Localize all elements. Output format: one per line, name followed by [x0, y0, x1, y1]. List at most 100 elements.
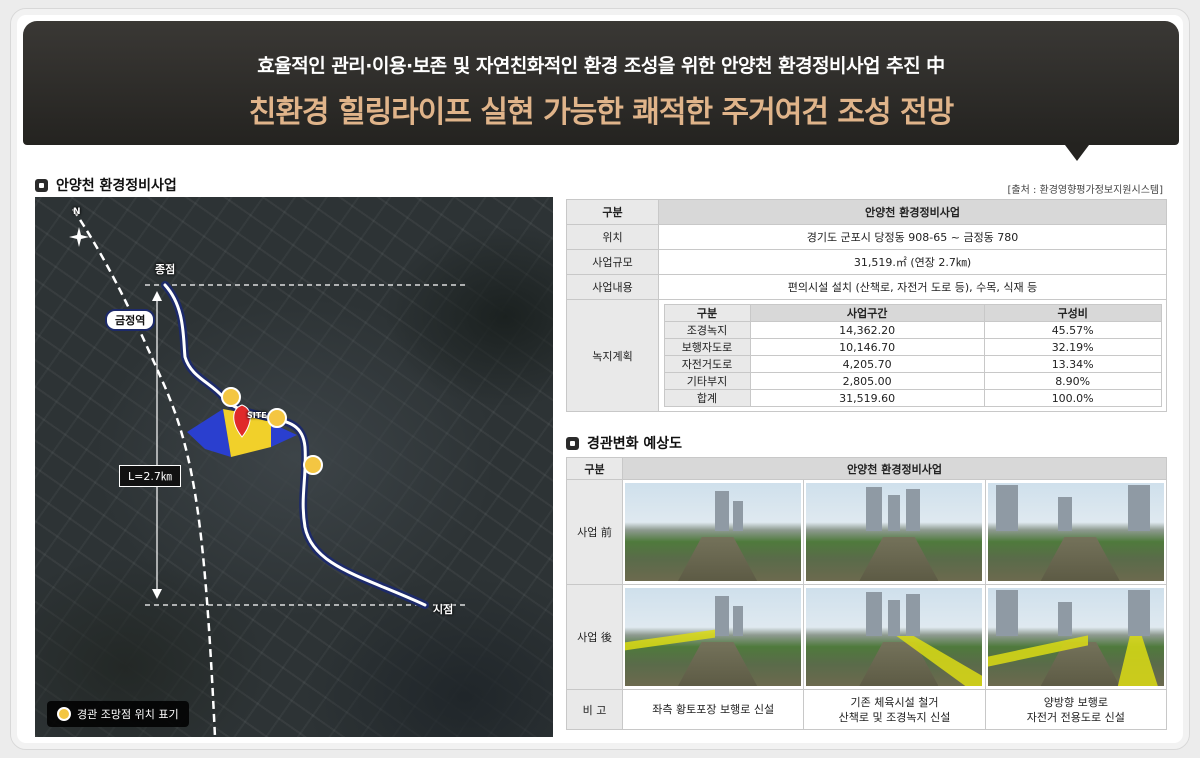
green-cell: 합계: [663, 389, 751, 407]
viewpoint-marker-2[interactable]: [267, 408, 287, 428]
site-label: SITE: [247, 411, 267, 420]
speech-pointer: [1065, 145, 1089, 161]
project-summary-table: 구분 안양천 환경정비사업 위치 경기도 군포시 당정동 908-65 ~ 금정…: [566, 199, 1167, 412]
green-cell: 조경녹지: [663, 321, 751, 339]
end-point-label: 종점: [155, 263, 176, 276]
row-label-location: 위치: [566, 224, 659, 250]
building: [906, 594, 921, 636]
river-water: [859, 537, 939, 581]
green-cell: 자전거도로: [663, 355, 751, 373]
row-label-green-plan: 녹지계획: [566, 299, 659, 412]
section-title-text: 안양천 환경정비사업: [56, 178, 177, 194]
green-cell: 기타부지: [663, 372, 751, 390]
map-overlay: [69, 208, 465, 737]
banner-subtitle: 효율적인 관리·이용·보존 및 자연친화적인 환경 조성을 위한 안양천 환경정…: [257, 55, 945, 77]
photo-cell: [621, 584, 805, 690]
banner-title: 친환경 힐링라이프 실현 가능한 쾌적한 주거여건 조성 전망: [248, 95, 955, 130]
building: [1057, 602, 1072, 636]
after-label: 사업 後: [566, 584, 623, 690]
building: [866, 487, 883, 531]
row-value-content: 편의시설 설치 (산책로, 자전거 도로 등), 수목, 식재 등: [658, 274, 1167, 300]
arrow-head-up: [152, 291, 162, 301]
note-label: 비 고: [566, 689, 623, 730]
legend-text: 경관 조망점 위치 표기: [77, 708, 179, 721]
after-photo-2[interactable]: [806, 588, 983, 686]
station-label: 금정역: [105, 309, 156, 331]
green-cell: 100.0%: [983, 389, 1162, 407]
after-photo-3[interactable]: [987, 588, 1164, 686]
note-line: 좌측 황토포장 보행로 신설: [652, 703, 775, 716]
map-legend: 경관 조망점 위치 표기: [47, 701, 189, 727]
green-plan-table: 구분 사업구간 구성비 조경녹지 14,362.20 45.57% 보행자도로 …: [663, 304, 1162, 407]
green-cell: 2,805.00: [749, 372, 985, 390]
table-row: 사업 後: [566, 584, 1168, 690]
table-row: 위치 경기도 군포시 당정동 908-65 ~ 금정동 780: [566, 224, 1167, 250]
table-row: 녹지계획 구분 사업구간 구성비 조경녹지 14,362.20 45.57% 보…: [566, 299, 1167, 412]
building: [1127, 590, 1150, 636]
before-label: 사업 前: [566, 479, 623, 585]
building: [715, 491, 730, 531]
green-cell: 32.19%: [983, 338, 1162, 356]
green-cell: 45.57%: [983, 321, 1162, 339]
viewpoint-marker-3[interactable]: [303, 455, 323, 475]
viewpoint-marker-1[interactable]: [221, 387, 241, 407]
before-photo-2[interactable]: [806, 483, 983, 581]
satellite-map[interactable]: N SITE 종점 시점 금정역 L=2.7㎞ 경관 조망점 위치 표기: [35, 197, 553, 737]
table-row: 합계 31,519.60 100.0%: [663, 389, 1162, 407]
length-label: L=2.7㎞: [119, 465, 181, 487]
river-water: [677, 537, 758, 581]
photo-cell: [803, 479, 986, 585]
table-row: 비 고 좌측 황토포장 보행로 신설 기존 체육시설 철거 산책로 및 조경녹지…: [566, 689, 1168, 730]
north-label: N: [73, 207, 81, 217]
before-photo-1[interactable]: [625, 483, 802, 581]
row-label-content: 사업내용: [566, 274, 659, 300]
green-cell: 4,205.70: [749, 355, 985, 373]
building: [888, 495, 901, 531]
header-category: 구분: [566, 457, 623, 480]
note-line: 자전거 전용도로 신설: [1026, 710, 1125, 724]
building: [888, 600, 901, 636]
table-row: 사업내용 편의시설 설치 (산책로, 자전거 도로 등), 수목, 식재 등: [566, 274, 1167, 300]
building: [1057, 497, 1072, 531]
note-cell-3: 양방향 보행로 자전거 전용도로 신설: [984, 689, 1168, 730]
page-frame: 효율적인 관리·이용·보존 및 자연친화적인 환경 조성을 위한 안양천 환경정…: [10, 8, 1190, 750]
note-cell-1: 좌측 황토포장 보행로 신설: [621, 689, 805, 730]
after-photo-1[interactable]: [625, 588, 802, 686]
photo-cell: [984, 479, 1168, 585]
building: [715, 596, 730, 636]
table-row: 자전거도로 4,205.70 13.34%: [663, 355, 1162, 373]
green-cell: 8.90%: [983, 372, 1162, 390]
arrow-head-down: [152, 589, 162, 599]
planned-bike-lane-highlight: [1117, 636, 1158, 686]
note-line: 양방향 보행로: [1043, 695, 1108, 709]
header-project: 안양천 환경정비사업: [622, 457, 1167, 480]
header-banner: 효율적인 관리·이용·보존 및 자연친화적인 환경 조성을 위한 안양천 환경정…: [23, 21, 1179, 161]
green-cell: 13.34%: [983, 355, 1162, 373]
green-cell: 31,519.60: [749, 389, 985, 407]
viewpoint-dot-icon: [57, 707, 71, 721]
building: [906, 489, 921, 531]
green-header-ratio: 구성비: [983, 304, 1162, 322]
section-title-landscape: 경관변화 예상도: [566, 433, 682, 453]
landscape-change-table: 구분 안양천 환경정비사업 사업 前 사업 後 비 고 좌측 황토포장 보행로 …: [566, 457, 1168, 730]
section-title-text: 경관변화 예상도: [587, 436, 683, 452]
before-photo-3[interactable]: [987, 483, 1164, 581]
green-header-category: 구분: [663, 304, 751, 322]
table-row: 사업 前: [566, 479, 1168, 585]
note-cell-2: 기존 체육시설 철거 산책로 및 조경녹지 신설: [803, 689, 986, 730]
green-cell: 14,362.20: [749, 321, 985, 339]
note-line: 산책로 및 조경녹지 신설: [838, 710, 951, 724]
bullet-icon: [566, 436, 579, 450]
river-water: [677, 642, 758, 686]
note-line: 기존 체육시설 철거: [850, 695, 939, 709]
building: [733, 501, 744, 531]
building: [733, 606, 744, 636]
green-header-area: 사업구간: [749, 304, 985, 322]
building: [995, 485, 1018, 531]
green-cell: 10,146.70: [749, 338, 985, 356]
table-row: 기타부지 2,805.00 8.90%: [663, 372, 1162, 390]
river-water: [1040, 537, 1120, 581]
row-label-scale: 사업규모: [566, 249, 659, 275]
table-row: 사업규모 31,519.㎡ (연장 2.7㎞): [566, 249, 1167, 275]
header-category: 구분: [566, 199, 659, 225]
